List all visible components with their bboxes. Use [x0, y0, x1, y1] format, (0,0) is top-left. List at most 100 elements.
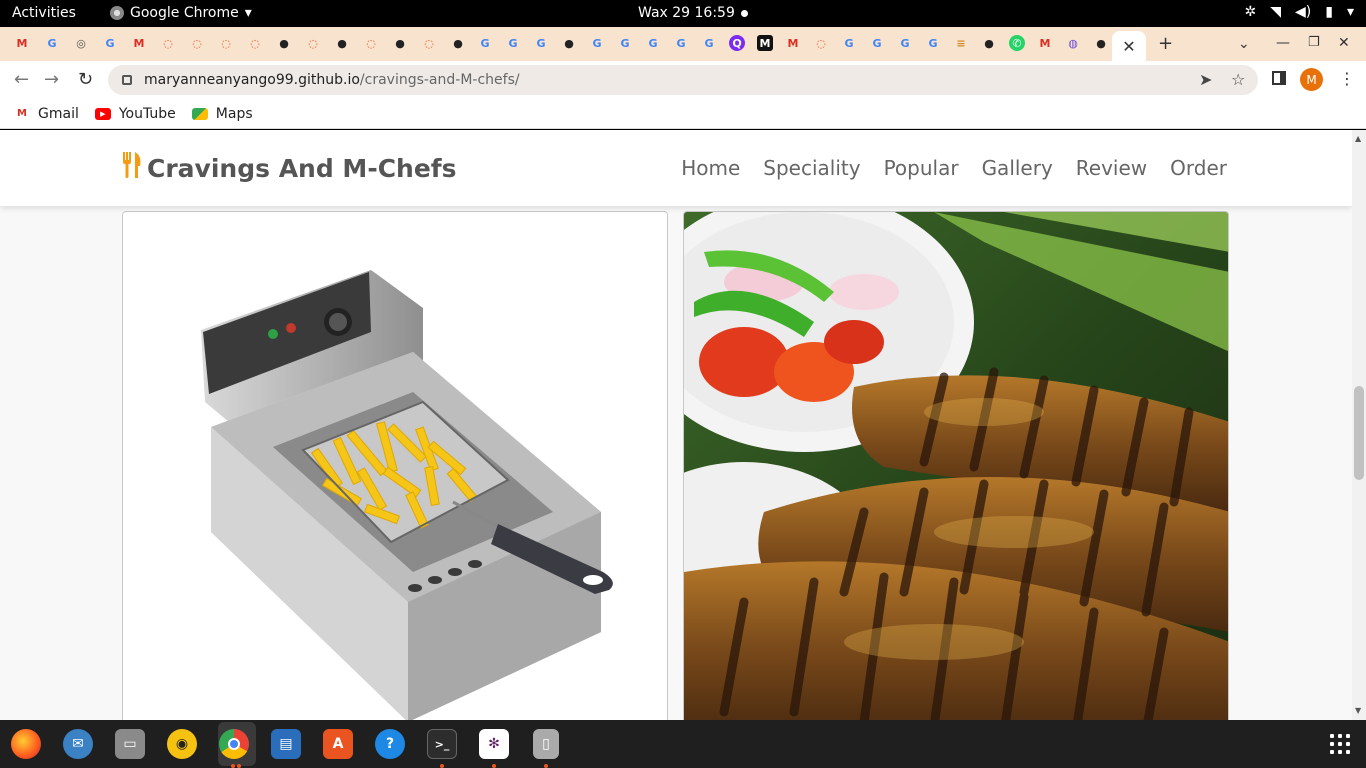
files-icon[interactable]: ▭ — [115, 729, 145, 759]
slack-icon[interactable]: ✻ — [479, 729, 509, 759]
bookmark-label: Maps — [215, 105, 253, 122]
scroll-up-arrow-icon[interactable]: ▲ — [1355, 134, 1361, 143]
profile-avatar[interactable]: M — [1300, 68, 1323, 91]
firefox-icon[interactable] — [11, 729, 41, 759]
gmail-icon[interactable]: M — [131, 35, 147, 51]
github-icon[interactable]: ● — [392, 35, 408, 51]
google-icon[interactable]: G — [617, 35, 633, 51]
app-menu[interactable]: Google Chrome ▾ — [110, 5, 252, 21]
whatsapp-icon[interactable]: ✆ — [1009, 35, 1025, 51]
chevron-down-icon: ▾ — [244, 5, 252, 21]
scroll-down-arrow-icon[interactable]: ▼ — [1355, 706, 1361, 715]
google-icon[interactable]: G — [645, 35, 661, 51]
nav-popular[interactable]: Popular — [884, 156, 959, 180]
new-tab-button[interactable]: + — [1158, 33, 1173, 54]
github-icon[interactable]: ● — [276, 35, 292, 51]
nav-order[interactable]: Order — [1170, 156, 1227, 180]
loading-icon[interactable]: ◌ — [421, 35, 437, 51]
app-center-icon[interactable]: A — [323, 729, 353, 759]
gallery-card-fryer[interactable] — [122, 211, 668, 720]
nav-gallery[interactable]: Gallery — [982, 156, 1053, 180]
reload-button[interactable]: ↻ — [78, 69, 93, 90]
active-tab[interactable]: ✕ — [1112, 31, 1146, 61]
minimize-button[interactable]: — — [1276, 35, 1290, 51]
google-icon[interactable]: G — [841, 35, 857, 51]
gmail-icon[interactable]: M — [14, 35, 30, 51]
gallery-card-fish[interactable] — [683, 211, 1229, 720]
chrome-icon[interactable] — [219, 729, 249, 759]
site-logo[interactable]: Cravings And M-Chefs — [121, 152, 457, 185]
stack-icon[interactable]: ≡ — [953, 35, 969, 51]
github-icon[interactable]: ● — [1093, 35, 1109, 51]
forward-button[interactable]: → — [44, 69, 59, 90]
github-icon[interactable]: ● — [334, 35, 350, 51]
google-icon[interactable]: G — [44, 35, 60, 51]
address-bar[interactable]: maryanneanyango99.github.io/cravings-and… — [108, 65, 1258, 95]
google-icon[interactable]: G — [701, 35, 717, 51]
url-host: maryanneanyango99.github.io — [144, 72, 360, 88]
q-app-icon[interactable]: Q — [729, 35, 745, 51]
menu-icon[interactable]: ⋮ — [1339, 69, 1355, 88]
github-icon[interactable]: ● — [450, 35, 466, 51]
nav-speciality[interactable]: Speciality — [763, 156, 860, 180]
bookmark-maps[interactable]: Maps — [191, 105, 253, 122]
google-icon[interactable]: G — [925, 35, 941, 51]
url-path: /cravings-and-M-chefs/ — [359, 72, 520, 88]
app-menu-label: Google Chrome — [130, 5, 239, 21]
activities-button[interactable]: Activities — [12, 5, 76, 21]
youtube-icon: ▶ — [94, 107, 111, 120]
google-icon[interactable]: G — [505, 35, 521, 51]
bookmark-gmail[interactable]: M Gmail — [14, 106, 79, 122]
loading-icon[interactable]: ◌ — [160, 35, 176, 51]
loading-icon[interactable]: ◌ — [247, 35, 263, 51]
nav-review[interactable]: Review — [1076, 156, 1147, 180]
restore-button[interactable]: ❐ — [1308, 35, 1320, 50]
google-icon[interactable]: G — [102, 35, 118, 51]
thunderbird-icon[interactable]: ✉ — [63, 729, 93, 759]
google-icon[interactable]: G — [533, 35, 549, 51]
tab-search-button[interactable]: ⌄ — [1238, 36, 1250, 52]
bookmark-star-icon[interactable]: ☆ — [1231, 70, 1245, 89]
battery-icon: ▮ — [1325, 4, 1333, 20]
rhythmbox-icon[interactable]: ◉ — [167, 729, 197, 759]
nav-home[interactable]: Home — [681, 156, 740, 180]
github-icon[interactable]: ● — [561, 35, 577, 51]
google-icon[interactable]: G — [673, 35, 689, 51]
loading-icon[interactable]: ◌ — [218, 35, 234, 51]
back-button[interactable]: ← — [14, 69, 29, 90]
terminal-icon[interactable]: >_ — [427, 729, 457, 759]
google-icon[interactable]: G — [869, 35, 885, 51]
loading-icon[interactable]: ◌ — [813, 35, 829, 51]
lock-icon[interactable] — [122, 75, 132, 85]
side-panel-icon[interactable] — [1272, 71, 1286, 85]
utensils-icon — [121, 152, 143, 185]
running-indicator — [237, 764, 241, 768]
close-tab-icon[interactable]: ✕ — [1122, 37, 1135, 56]
writer-icon[interactable]: ▤ — [271, 729, 301, 759]
system-tray[interactable]: ✲ ◥ ◀) ▮ ▾ — [1245, 4, 1355, 20]
clock[interactable]: Wax 29 16:59 — [638, 5, 735, 21]
medium-icon[interactable]: M — [757, 35, 773, 51]
archive-icon[interactable]: ▯ — [533, 729, 559, 759]
google-icon[interactable]: G — [897, 35, 913, 51]
bookmark-youtube[interactable]: ▶ YouTube — [94, 106, 176, 122]
gmail-icon[interactable]: M — [1037, 35, 1053, 51]
site-nav: Home Speciality Popular Gallery Review O… — [681, 156, 1227, 180]
help-icon[interactable]: ? — [375, 729, 405, 759]
send-icon[interactable]: ➤ — [1199, 70, 1212, 89]
google-icon[interactable]: G — [589, 35, 605, 51]
github-icon[interactable]: ● — [981, 35, 997, 51]
google-icon[interactable]: G — [477, 35, 493, 51]
chrome-icon[interactable]: ◎ — [73, 35, 89, 51]
planet-icon[interactable]: ◍ — [1065, 35, 1081, 51]
gmail-icon[interactable]: M — [785, 35, 801, 51]
close-window-button[interactable]: ✕ — [1338, 35, 1350, 51]
loading-icon[interactable]: ◌ — [363, 35, 379, 51]
loading-icon[interactable]: ◌ — [305, 35, 321, 51]
scrollbar-thumb[interactable] — [1354, 386, 1364, 480]
running-indicator — [492, 764, 496, 768]
volume-icon: ◀) — [1295, 4, 1312, 20]
wifi-icon: ◥ — [1270, 4, 1282, 20]
show-apps-grid-icon[interactable] — [1330, 734, 1350, 754]
loading-icon[interactable]: ◌ — [189, 35, 205, 51]
